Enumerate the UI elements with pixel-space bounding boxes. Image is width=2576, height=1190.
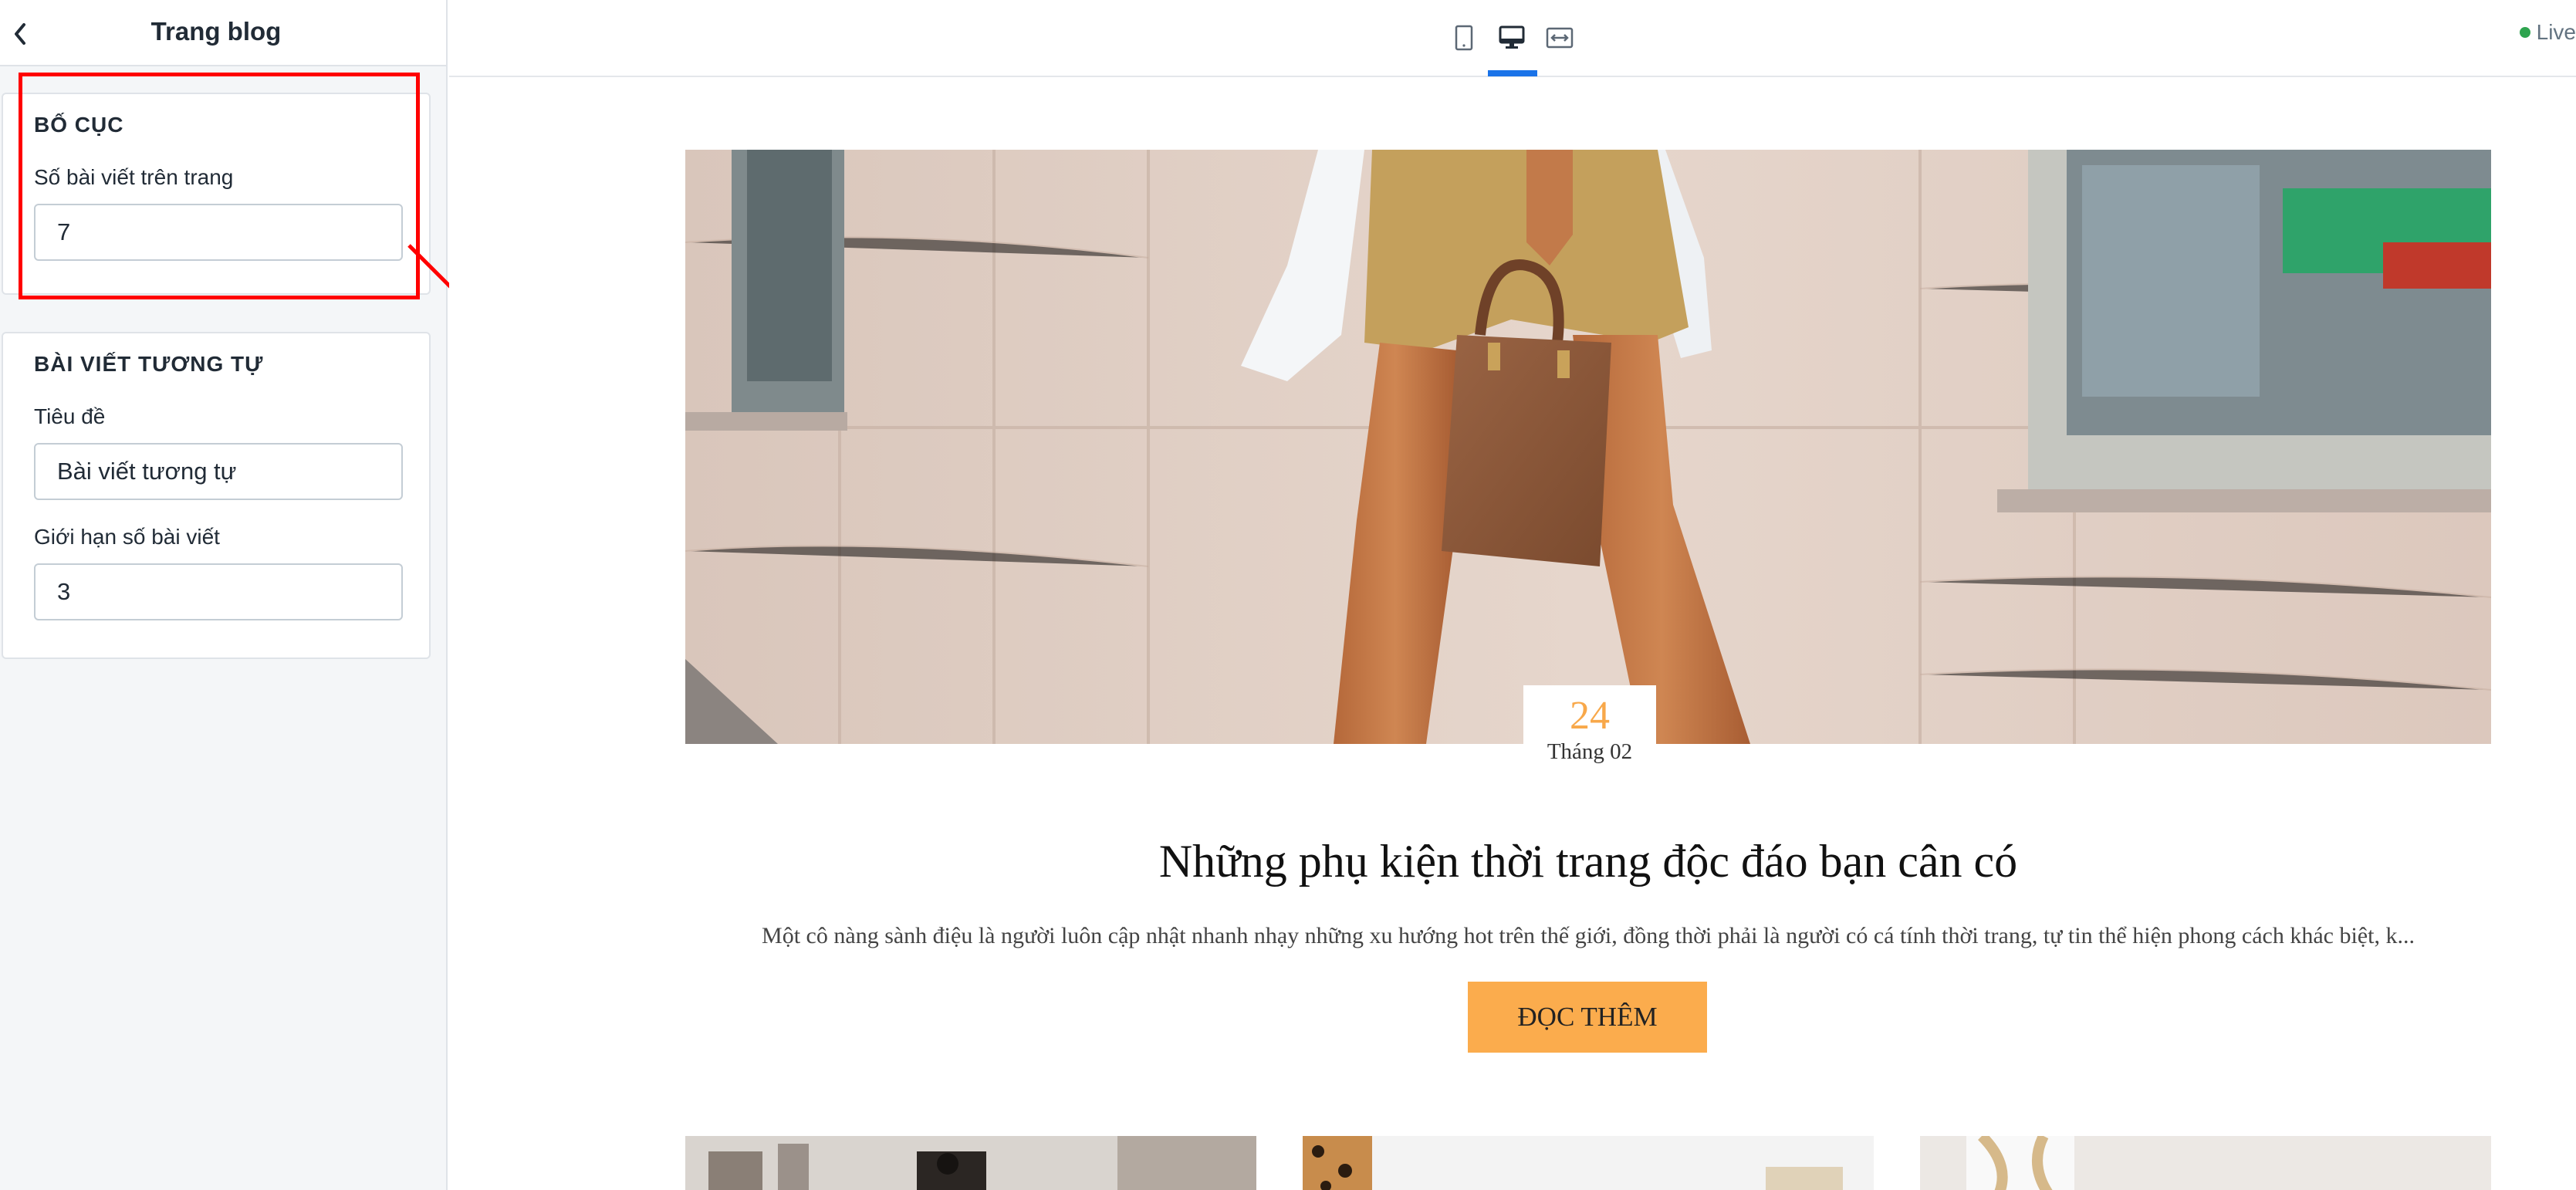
preview-toolbar: Live	[449, 0, 2576, 77]
full-width-icon	[1546, 27, 1574, 49]
post-thumbnail[interactable]	[1920, 1136, 2491, 1190]
desktop-view-button[interactable]	[1493, 19, 1531, 57]
annotation-highlight-box	[19, 73, 420, 299]
live-status: Live	[2519, 20, 2576, 45]
post-thumbnail[interactable]	[685, 1136, 1256, 1190]
related-limit-input[interactable]	[34, 563, 403, 620]
post-date-day: 24	[1570, 694, 1610, 738]
related-posts-section: BÀI VIẾT TƯƠNG TỰ Tiêu đề Giới hạn số bà…	[2, 332, 431, 659]
active-device-indicator	[1488, 70, 1537, 76]
related-posts-section-title: BÀI VIẾT TƯƠNG TỰ	[34, 352, 264, 376]
read-more-button[interactable]: ĐỌC THÊM	[1468, 982, 1707, 1053]
featured-post-image[interactable]	[685, 150, 2491, 744]
sidebar-header: Trang blog	[0, 0, 446, 66]
blog-preview: 24 Tháng 02 Những phụ kiện thời trang độ…	[449, 79, 2576, 1190]
post-date-badge: 24 Tháng 02	[1523, 685, 1656, 775]
status-dot-icon	[2519, 27, 2530, 38]
related-title-input[interactable]	[34, 443, 403, 500]
post-thumbnail[interactable]	[1303, 1136, 1874, 1190]
related-title-label: Tiêu đề	[34, 404, 106, 428]
post-excerpt: Một cô nàng sành điệu là người luôn cập …	[762, 923, 2415, 948]
sidebar-title: Trang blog	[150, 17, 282, 46]
desktop-icon	[1499, 25, 1525, 49]
post-date-month: Tháng 02	[1547, 739, 1633, 764]
live-status-label: Live	[2536, 20, 2576, 44]
mobile-icon	[1455, 25, 1473, 51]
mobile-view-button[interactable]	[1445, 19, 1483, 57]
post-title[interactable]: Những phụ kiện thời trang độc đáo bạn câ…	[685, 835, 2491, 888]
related-limit-label: Giới hạn số bài viết	[34, 525, 220, 549]
full-width-view-button[interactable]	[1540, 19, 1579, 57]
